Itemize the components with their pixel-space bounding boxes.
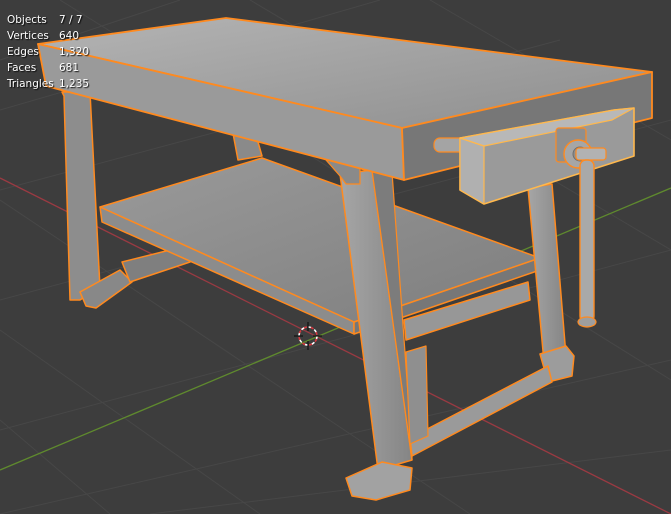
stat-label: Faces — [7, 62, 37, 74]
viewport-statistics-overlay: Objects 7 / 7 Vertices 640 Edges 1,320 F… — [7, 12, 89, 92]
stat-value: 640 — [59, 30, 80, 42]
3d-viewport[interactable] — [0, 0, 671, 514]
stat-faces: Faces 681 — [7, 60, 89, 76]
vise-handle[interactable] — [579, 159, 595, 323]
back-left-leg[interactable] — [61, 91, 101, 301]
side-brace-lower[interactable] — [409, 365, 553, 457]
vise-handle-end[interactable] — [577, 316, 597, 328]
stat-value: 1,235 — [59, 78, 90, 90]
stat-value: 1,320 — [59, 46, 90, 58]
stat-triangles: Triangles 1,235 — [7, 76, 89, 92]
stat-value: 681 — [59, 62, 80, 74]
stat-label: Edges — [7, 46, 39, 58]
vise-handle-cap[interactable] — [575, 147, 607, 161]
stat-objects: Objects 7 / 7 — [7, 12, 89, 28]
stat-label: Objects — [7, 14, 47, 26]
stat-value: 7 / 7 — [59, 14, 83, 26]
front-left-foot[interactable] — [345, 461, 413, 501]
stat-vertices: Vertices 640 — [7, 28, 89, 44]
vise-jaw-face[interactable] — [459, 137, 485, 205]
side-brace-vertical[interactable] — [405, 345, 429, 445]
stat-label: Vertices — [7, 30, 49, 42]
3d-cursor-icon[interactable] — [294, 322, 322, 350]
front-right-leg[interactable] — [527, 183, 567, 363]
stat-label: Triangles — [7, 78, 54, 90]
workbench-mesh[interactable] — [37, 17, 653, 501]
stat-edges: Edges 1,320 — [7, 44, 89, 60]
